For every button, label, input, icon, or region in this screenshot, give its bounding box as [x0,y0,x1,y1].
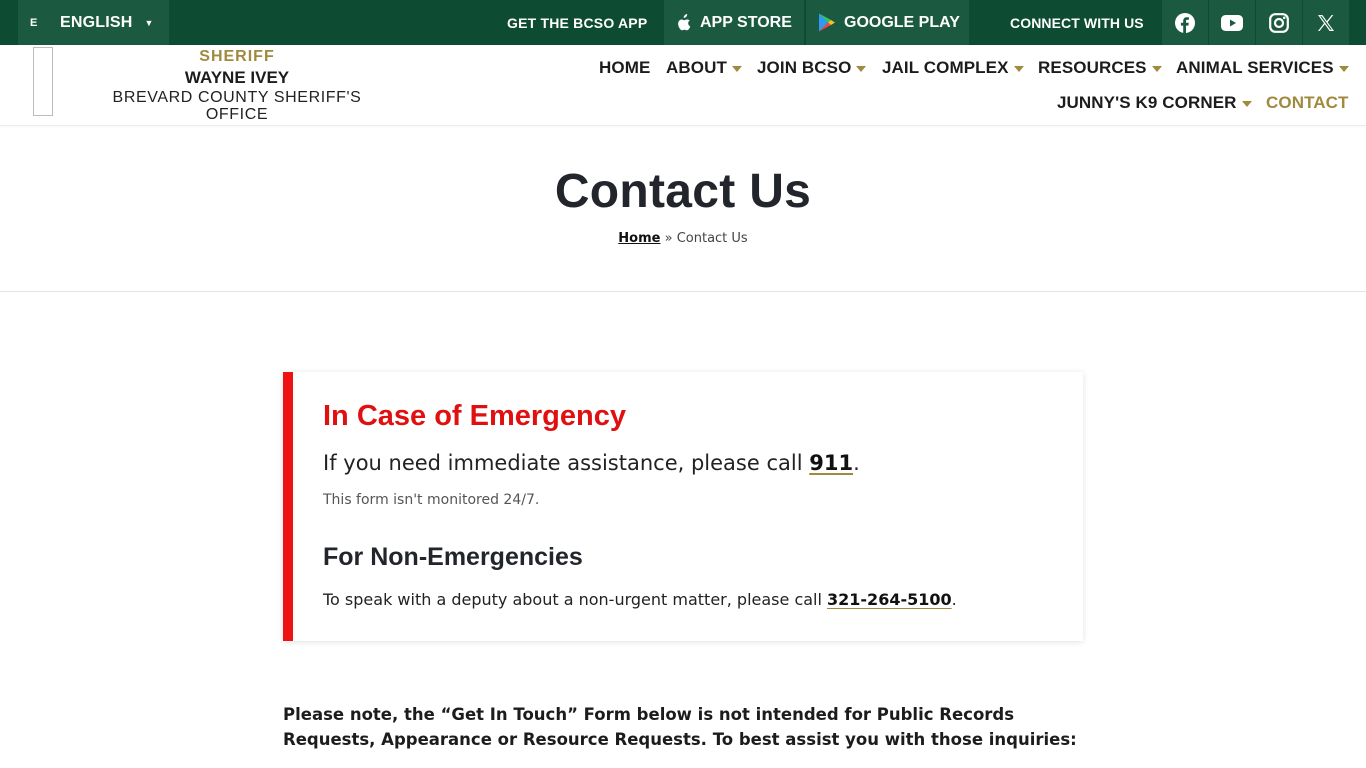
x-link[interactable] [1303,0,1349,45]
nav-contact-label: CONTACT [1266,93,1349,112]
page-title-banner: Contact Us Home » Contact Us [0,126,1366,292]
non-emergency-text-after: . [951,590,957,609]
nav-jail-label: JAIL COMPLEX [882,58,1009,77]
app-store-label: APP STORE [700,13,792,31]
brand-title: SHERIFF [199,48,275,65]
non-emergency-text: To speak with a deputy about a non-urgen… [323,590,957,609]
facebook-link[interactable] [1162,0,1208,45]
nav-resources[interactable]: RESOURCES [1038,58,1162,78]
nav-animal-services[interactable]: ANIMAL SERVICES [1176,58,1349,78]
instagram-icon [1269,12,1289,33]
nav-contact[interactable]: CONTACT [1266,93,1349,113]
youtube-link[interactable] [1209,0,1255,45]
google-play-link[interactable]: GOOGLE PLAY [806,0,969,45]
nav-join-bcso[interactable]: JOIN BCSO [757,58,867,78]
site-header: SHERIFF WAYNE IVEY BREVARD COUNTY SHERIF… [0,45,1366,126]
dropdown-caret-icon [1151,65,1162,72]
breadcrumb-separator: » [660,231,677,246]
youtube-icon [1221,14,1243,31]
nav-resources-label: RESOURCES [1038,58,1147,77]
dropdown-caret-icon [1241,100,1252,107]
brand-office: BREVARD COUNTY SHERIFF'S OFFICE [112,89,362,123]
language-selector[interactable]: E ENGLISH ▼ [18,0,169,45]
emergency-disclaimer: This form isn't monitored 24/7. [323,492,540,508]
breadcrumb-home-link[interactable]: Home [618,231,660,246]
google-play-icon [819,13,835,32]
connect-label: CONNECT WITH US [1010,14,1144,31]
nav-k9-label: JUNNY'S K9 CORNER [1057,93,1237,112]
non-emergency-phone-link[interactable]: 321-264-5100 [827,590,952,609]
language-label: ENGLISH [60,13,133,31]
nav-k9-corner[interactable]: JUNNY'S K9 CORNER [1057,93,1252,113]
emergency-text: If you need immediate assistance, please… [323,451,860,475]
x-icon [1318,14,1334,31]
caret-down-icon: ▼ [144,17,154,28]
brand-name: WAYNE IVEY [184,68,290,87]
non-emergency-heading: For Non-Emergencies [323,543,583,571]
emergency-phone-link[interactable]: 911 [809,451,853,475]
instagram-link[interactable] [1256,0,1302,45]
emergency-callout: In Case of Emergency If you need immedia… [283,372,1083,641]
dropdown-caret-icon [856,65,867,72]
page-title: Contact Us [554,165,812,218]
site-brand[interactable]: SHERIFF WAYNE IVEY BREVARD COUNTY SHERIF… [98,48,376,124]
nav-join-label: JOIN BCSO [757,58,852,77]
nav-about[interactable]: ABOUT [666,58,742,78]
non-emergency-text-before: To speak with a deputy about a non-urgen… [323,590,828,609]
dropdown-caret-icon [1338,65,1349,72]
flag-icon: E [30,16,38,29]
get-app-label: GET THE BCSO APP [507,14,648,31]
top-utility-bar: E ENGLISH ▼ GET THE BCSO APP APP STORE G… [0,0,1366,45]
apple-icon [678,13,691,30]
facebook-icon [1175,12,1195,33]
form-notice: Please note, the “Get In Touch” Form bel… [283,705,1077,749]
dropdown-caret-icon [1013,65,1024,72]
nav-about-label: ABOUT [666,58,727,77]
breadcrumb: Home » Contact Us [0,231,1366,246]
nav-jail-complex[interactable]: JAIL COMPLEX [882,58,1024,78]
google-play-label: GOOGLE PLAY [844,13,960,31]
sheriff-logo-image[interactable] [33,47,53,116]
breadcrumb-current: Contact Us [676,231,748,246]
nav-home[interactable]: HOME [599,58,650,78]
emergency-text-after: . [853,451,860,475]
nav-animal-label: ANIMAL SERVICES [1176,58,1334,77]
nav-home-label: HOME [599,58,651,77]
dropdown-caret-icon [731,65,742,72]
app-store-link[interactable]: APP STORE [664,0,804,45]
emergency-heading: In Case of Emergency [323,400,626,432]
emergency-text-before: If you need immediate assistance, please… [323,451,810,475]
